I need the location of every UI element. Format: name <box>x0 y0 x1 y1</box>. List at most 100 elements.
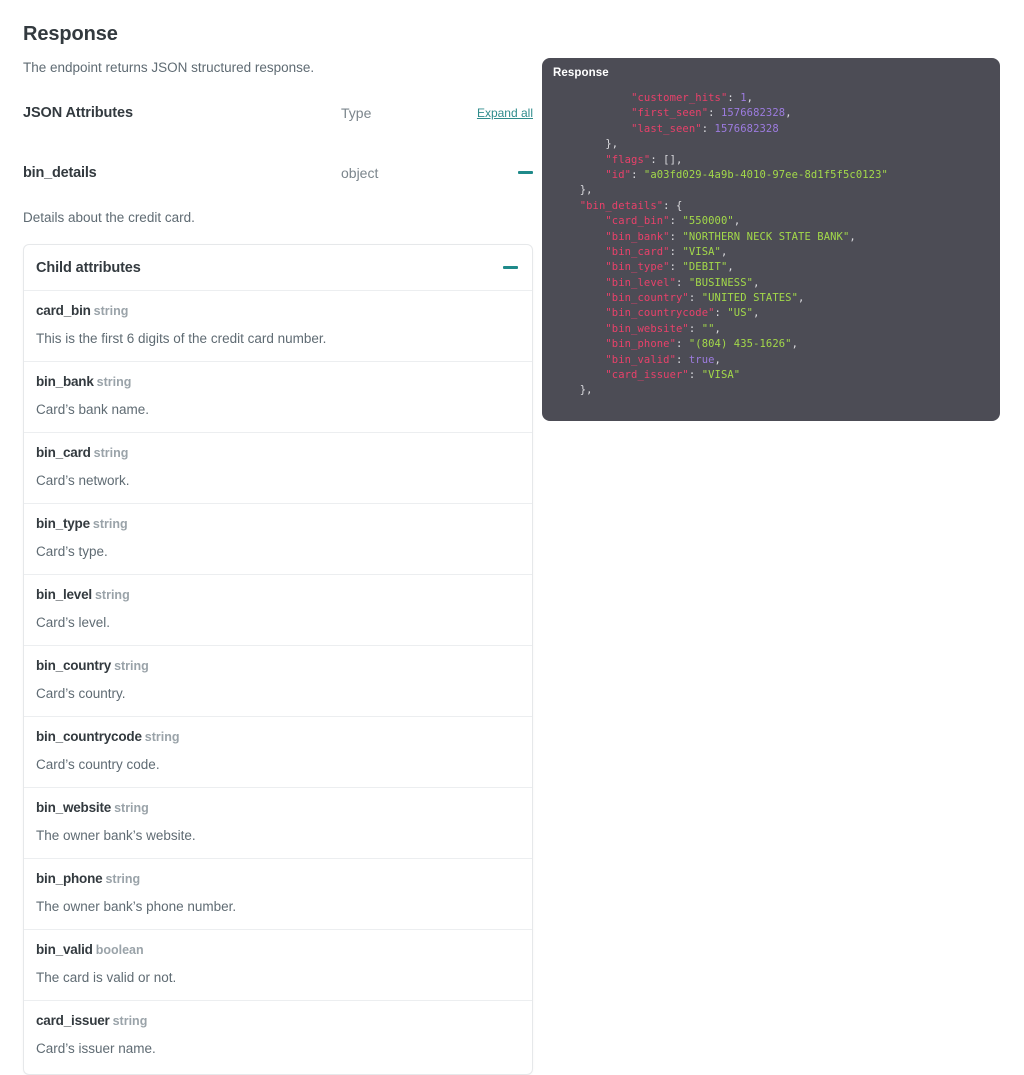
child-attribute-row: bin_cardstring Card’s network. <box>24 433 532 504</box>
child-attribute-description: Card’s issuer name. <box>36 1039 520 1058</box>
child-attributes-header[interactable]: Child attributes <box>24 245 532 291</box>
code-token-punct: [] <box>663 154 676 166</box>
child-attribute-type: string <box>95 588 130 602</box>
child-attribute-head: bin_websitestring <box>36 799 520 817</box>
code-token-key: "bin_website" <box>605 323 688 335</box>
column-header-type: Type <box>341 105 476 121</box>
code-token-key: "card_bin" <box>605 215 669 227</box>
code-token-str: "DEBIT" <box>682 261 727 273</box>
child-attribute-name: bin_valid <box>36 942 93 957</box>
code-line: "bin_level": "BUSINESS", <box>542 276 1000 291</box>
child-attribute-description: Card’s level. <box>36 613 520 632</box>
code-token-punct: , <box>676 154 682 166</box>
code-line <box>542 84 1000 91</box>
code-token-punct: : { <box>663 200 682 212</box>
child-attribute-type: string <box>94 446 129 460</box>
minus-icon[interactable] <box>503 266 518 269</box>
child-attribute-head: bin_phonestring <box>36 870 520 888</box>
code-line: "flags": [], <box>542 153 1000 168</box>
code-line: }, <box>542 383 1000 398</box>
code-line: "id": "a03fd029-4a9b-4010-97ee-8d1f5f5c0… <box>542 168 1000 183</box>
code-line: "bin_website": "", <box>542 322 1000 337</box>
child-attribute-description: The owner bank’s website. <box>36 826 520 845</box>
code-token-key: "bin_country" <box>605 292 688 304</box>
code-token-punct: , <box>849 231 855 243</box>
attributes-table-header: JSON Attributes Type Expand all <box>23 103 533 123</box>
child-attribute-type: string <box>97 375 132 389</box>
child-attribute-head: bin_cardstring <box>36 444 520 462</box>
code-line: "card_bin": "550000", <box>542 214 1000 229</box>
child-attribute-name: bin_level <box>36 587 92 602</box>
code-token-punct: : <box>708 107 721 119</box>
code-token-punct: : <box>727 92 740 104</box>
child-attribute-name: bin_bank <box>36 374 94 389</box>
child-attribute-type: string <box>145 730 180 744</box>
code-token-punct: , <box>721 246 727 258</box>
child-attribute-name: bin_countrycode <box>36 729 142 744</box>
attribute-row-bin-details[interactable]: bin_details object <box>23 163 533 183</box>
code-line: "bin_details": { <box>542 199 1000 214</box>
expand-all-link[interactable]: Expand all <box>477 106 533 120</box>
minus-icon[interactable] <box>518 171 533 174</box>
child-attribute-name: card_issuer <box>36 1013 110 1028</box>
code-token-str: "VISA" <box>682 246 721 258</box>
code-token-key: "customer_hits" <box>631 92 727 104</box>
code-token-punct: , <box>785 107 791 119</box>
child-attribute-description: Card’s bank name. <box>36 400 520 419</box>
child-attribute-description: Card’s country code. <box>36 755 520 774</box>
code-token-punct: : <box>689 292 702 304</box>
code-line: "first_seen": 1576682328, <box>542 106 1000 121</box>
code-token-num: 1576682328 <box>715 123 779 135</box>
code-token-punct: }, <box>580 184 593 196</box>
child-attribute-description: Card’s network. <box>36 471 520 490</box>
code-panel-title: Response <box>553 67 609 79</box>
child-attribute-head: bin_bankstring <box>36 373 520 391</box>
child-attributes-title: Child attributes <box>36 260 503 276</box>
child-attribute-name: bin_phone <box>36 871 102 886</box>
code-token-punct: , <box>734 215 740 227</box>
child-attribute-type: string <box>113 1014 148 1028</box>
code-token-bool: true <box>689 354 715 366</box>
code-token-punct: : <box>676 338 689 350</box>
child-attribute-head: bin_typestring <box>36 515 520 533</box>
code-token-key: "bin_details" <box>580 200 663 212</box>
code-token-str: "(804) 435-1626" <box>689 338 792 350</box>
code-line: "customer_hits": 1, <box>542 91 1000 106</box>
code-token-str: "US" <box>727 307 753 319</box>
code-line: }, <box>542 183 1000 198</box>
code-token-key: "card_issuer" <box>605 369 688 381</box>
code-line: "last_seen": 1576682328 <box>542 122 1000 137</box>
code-line: "bin_card": "VISA", <box>542 245 1000 260</box>
code-token-punct: , <box>798 292 804 304</box>
code-token-punct: : <box>689 369 702 381</box>
child-attribute-row: card_binstringThis is the first 6 digits… <box>24 291 532 362</box>
code-line: }, <box>542 137 1000 152</box>
code-token-punct: : <box>670 231 683 243</box>
code-token-str: "" <box>702 323 715 335</box>
child-attribute-type: string <box>105 872 140 886</box>
code-token-punct: : <box>631 169 644 181</box>
code-token-num: 1576682328 <box>721 107 785 119</box>
code-token-punct: , <box>727 261 733 273</box>
code-panel-body[interactable]: "customer_hits": 1, "first_seen": 157668… <box>542 84 1000 399</box>
code-token-key: "bin_countrycode" <box>605 307 714 319</box>
code-token-key: "bin_type" <box>605 261 669 273</box>
code-token-punct: , <box>753 307 759 319</box>
child-attribute-type: string <box>114 801 149 815</box>
code-token-punct: }, <box>605 138 618 150</box>
code-token-punct: , <box>715 354 721 366</box>
code-line: "bin_type": "DEBIT", <box>542 260 1000 275</box>
child-attributes-list: card_binstringThis is the first 6 digits… <box>24 291 532 1074</box>
code-token-punct: : <box>670 261 683 273</box>
code-token-punct: : <box>702 123 715 135</box>
child-attribute-name: card_bin <box>36 303 91 318</box>
code-token-key: "bin_level" <box>605 277 676 289</box>
code-token-key: "id" <box>605 169 631 181</box>
code-token-key: "bin_bank" <box>605 231 669 243</box>
attribute-type: object <box>341 165 476 181</box>
child-attribute-head: bin_levelstring <box>36 586 520 604</box>
child-attribute-row: bin_bankstring Card’s bank name. <box>24 362 532 433</box>
child-attribute-row: bin_countrystringCard’s country. <box>24 646 532 717</box>
code-token-punct: , <box>747 92 753 104</box>
response-documentation-column: Response The endpoint returns JSON struc… <box>23 0 533 1075</box>
